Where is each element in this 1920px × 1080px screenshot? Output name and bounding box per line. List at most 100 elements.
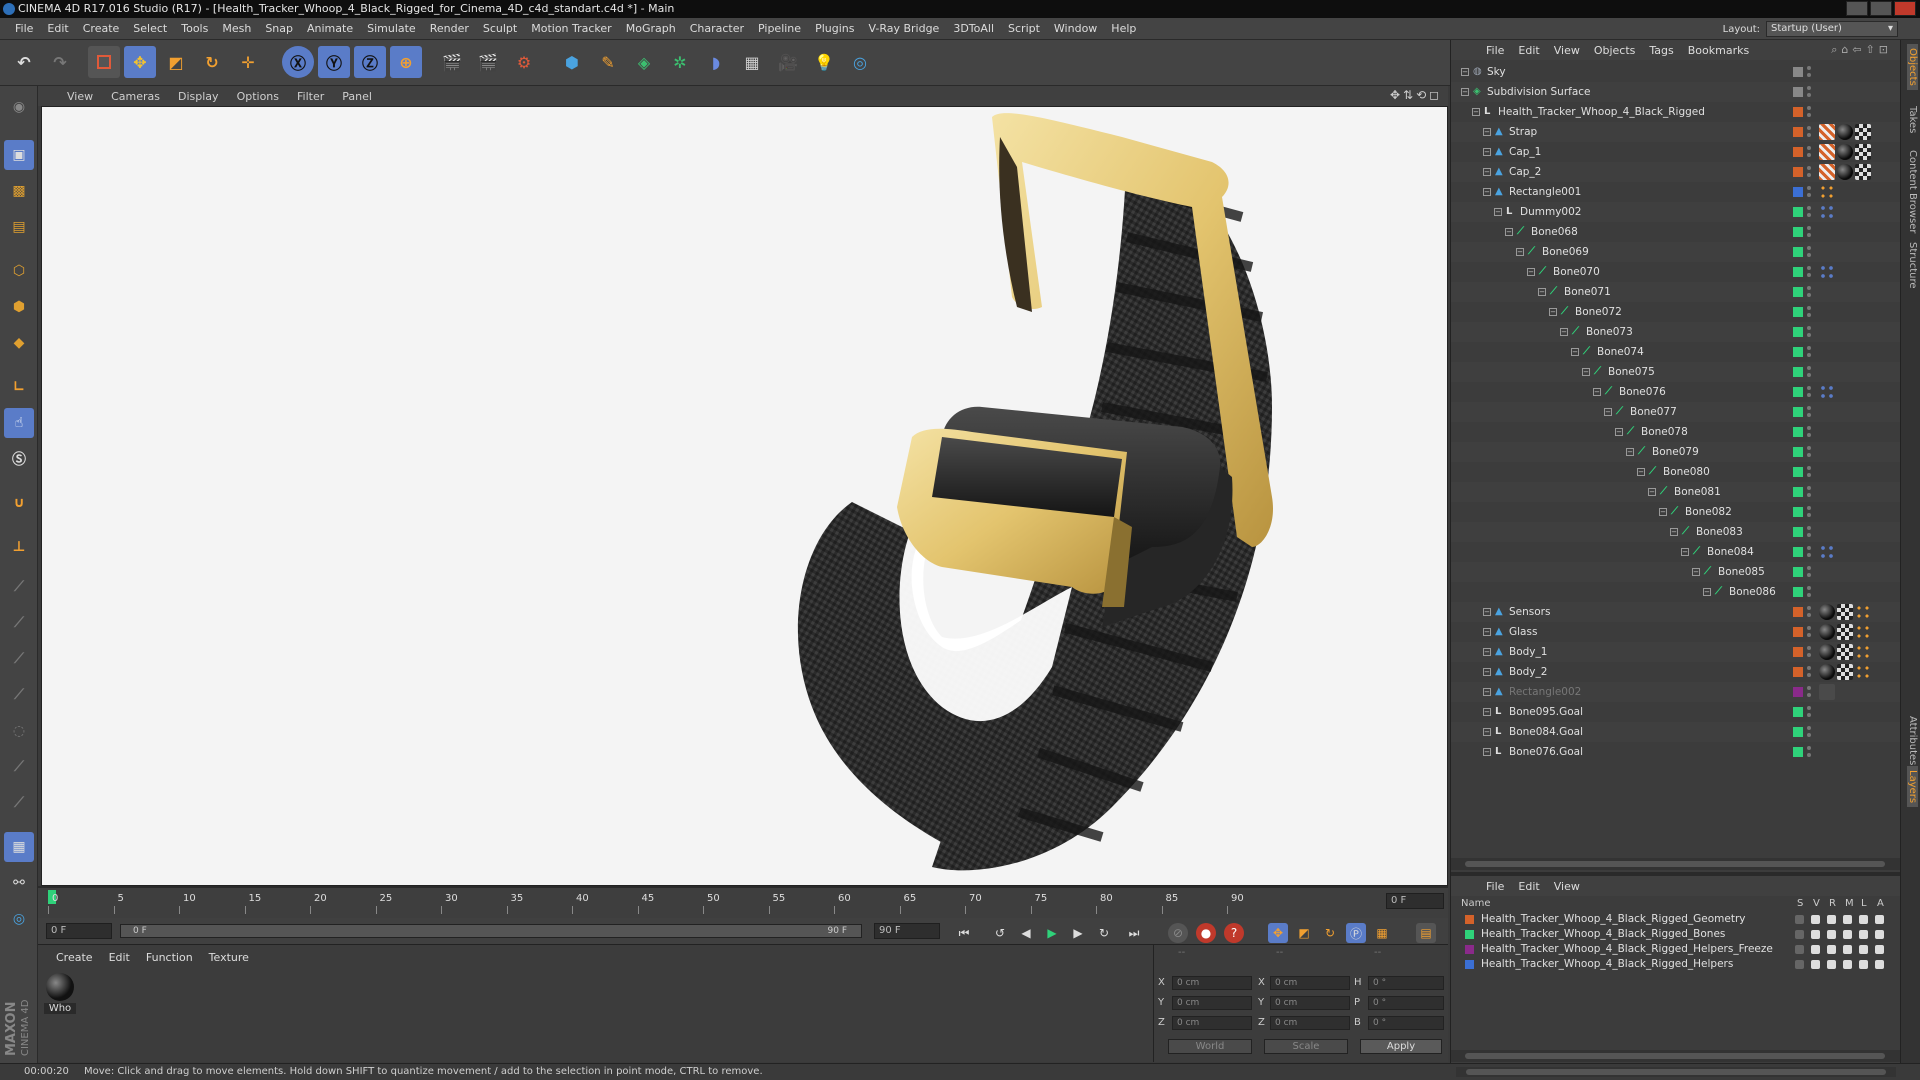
- layout-dropdown[interactable]: Startup (User): [1766, 21, 1898, 37]
- object-menu-view[interactable]: View: [1547, 44, 1587, 57]
- editor-visibility-dot[interactable]: [1807, 406, 1811, 410]
- editor-visibility-dot[interactable]: [1807, 226, 1811, 230]
- viewport-menu-cameras[interactable]: Cameras: [102, 90, 169, 103]
- expand-toggle-icon[interactable]: −: [1483, 668, 1491, 676]
- expand-toggle-icon[interactable]: −: [1483, 188, 1491, 196]
- menu-mesh[interactable]: Mesh: [215, 22, 258, 35]
- editor-visibility-dot[interactable]: [1807, 86, 1811, 90]
- layer-color-swatch[interactable]: [1793, 287, 1803, 297]
- render-visibility-dot[interactable]: [1807, 613, 1811, 617]
- layer-color-swatch[interactable]: [1793, 87, 1803, 97]
- layer-row[interactable]: Health_Tracker_Whoop_4_Black_Rigged_Help…: [1451, 957, 1901, 972]
- sculpt-brush-2-icon[interactable]: ⟋: [4, 608, 34, 638]
- pattern-tag-icon[interactable]: [1819, 144, 1835, 160]
- menu-mograph[interactable]: MoGraph: [619, 22, 683, 35]
- object-row-bone079[interactable]: − ⟋ Bone079: [1451, 442, 1901, 462]
- expand-toggle-icon[interactable]: −: [1670, 528, 1678, 536]
- layer-color-swatch[interactable]: [1793, 567, 1803, 577]
- layer-locked-toggle-icon[interactable]: [1859, 930, 1868, 939]
- sculpt-brush-5-icon[interactable]: ◌: [4, 716, 34, 746]
- expand-toggle-icon[interactable]: −: [1593, 388, 1601, 396]
- rotate-tool-icon[interactable]: ↻: [196, 46, 228, 78]
- layer-view-toggle-icon[interactable]: [1811, 945, 1820, 954]
- menu-pipeline[interactable]: Pipeline: [751, 22, 808, 35]
- expand-toggle-icon[interactable]: −: [1637, 468, 1645, 476]
- workplane-icon[interactable]: ▤: [4, 212, 34, 242]
- expand-toggle-icon[interactable]: −: [1604, 408, 1612, 416]
- layer-solo-toggle-icon[interactable]: [1795, 945, 1804, 954]
- material-menu-edit[interactable]: Edit: [101, 951, 138, 964]
- object-menu-file[interactable]: File: [1479, 44, 1511, 57]
- editor-visibility-dot[interactable]: [1807, 146, 1811, 150]
- editor-visibility-dot[interactable]: [1807, 646, 1811, 650]
- editor-visibility-dot[interactable]: [1807, 386, 1811, 390]
- checker-tag-icon[interactable]: [1837, 664, 1853, 680]
- object-row-bone075[interactable]: − ⟋ Bone075: [1451, 362, 1901, 382]
- make-editable-icon[interactable]: ◉: [4, 92, 34, 122]
- rotation-p-field[interactable]: 0 °: [1368, 996, 1444, 1010]
- expand-toggle-icon[interactable]: −: [1483, 708, 1491, 716]
- editor-visibility-dot[interactable]: [1807, 566, 1811, 570]
- object-row-bone071[interactable]: − ⟋ Bone071: [1451, 282, 1901, 302]
- sculpt-brush-6-icon[interactable]: ⟋: [4, 752, 34, 782]
- layer-view-toggle-icon[interactable]: [1811, 930, 1820, 939]
- layer-color-swatch[interactable]: [1793, 527, 1803, 537]
- layer-color-swatch[interactable]: [1793, 507, 1803, 517]
- key-pla-icon[interactable]: ▦: [1372, 923, 1392, 943]
- x-axis-lock-icon[interactable]: Ⓧ: [282, 46, 314, 78]
- editor-visibility-dot[interactable]: [1807, 366, 1811, 370]
- layer-row[interactable]: Health_Tracker_Whoop_4_Black_Rigged_Bone…: [1451, 927, 1901, 942]
- object-row-bone068[interactable]: − ⟋ Bone068: [1451, 222, 1901, 242]
- checker-tag-icon[interactable]: [1837, 604, 1853, 620]
- expand-toggle-icon[interactable]: −: [1648, 488, 1656, 496]
- render-visibility-dot[interactable]: [1807, 733, 1811, 737]
- expand-toggle-icon[interactable]: −: [1483, 128, 1491, 136]
- editor-visibility-dot[interactable]: [1807, 726, 1811, 730]
- editor-visibility-dot[interactable]: [1807, 346, 1811, 350]
- object-row-bone069[interactable]: − ⟋ Bone069: [1451, 242, 1901, 262]
- expand-toggle-icon[interactable]: −: [1472, 108, 1480, 116]
- render-visibility-dot[interactable]: [1807, 333, 1811, 337]
- layer-color-swatch[interactable]: [1793, 467, 1803, 477]
- layer-locked-toggle-icon[interactable]: [1859, 915, 1868, 924]
- timeline-ruler[interactable]: 0 5 10 15 20 25 30 35 40 45 50 55 60 65 70 75 80 85 90 0 F: [38, 886, 1448, 918]
- select-tool-icon[interactable]: [88, 46, 120, 78]
- autokey-icon[interactable]: ?: [1224, 923, 1244, 943]
- layer-manager-toggle-icon[interactable]: [1843, 945, 1852, 954]
- menu-character[interactable]: Character: [683, 22, 751, 35]
- layer-list-hscrollbar[interactable]: [1451, 1050, 1901, 1062]
- object-row-bone076-goal[interactable]: − L Bone076.Goal: [1451, 742, 1901, 762]
- render-visibility-dot[interactable]: [1807, 93, 1811, 97]
- maximize-button[interactable]: [1870, 1, 1892, 16]
- rotation-h-field[interactable]: 0 °: [1368, 976, 1444, 990]
- menu-edit[interactable]: Edit: [40, 22, 75, 35]
- render-visibility-dot[interactable]: [1807, 653, 1811, 657]
- side-tab-attributes[interactable]: Attributes: [1907, 716, 1918, 765]
- side-tab-takes[interactable]: Takes: [1907, 106, 1918, 133]
- editor-visibility-dot[interactable]: [1807, 626, 1811, 630]
- layer-color-swatch[interactable]: [1793, 167, 1803, 177]
- expand-toggle-icon[interactable]: −: [1549, 308, 1557, 316]
- next-frame-icon[interactable]: ▶: [1068, 923, 1088, 943]
- layer-manager-toggle-icon[interactable]: [1843, 930, 1852, 939]
- key-rotation-icon[interactable]: ↻: [1320, 923, 1340, 943]
- menu-render[interactable]: Render: [423, 22, 476, 35]
- ik-tag-icon[interactable]: [1819, 544, 1835, 560]
- expand-toggle-icon[interactable]: −: [1461, 88, 1469, 96]
- apply-button[interactable]: Apply: [1360, 1039, 1442, 1054]
- object-row-dummy002[interactable]: − L Dummy002: [1451, 202, 1901, 222]
- render-visibility-dot[interactable]: [1807, 753, 1811, 757]
- object-row-bone077[interactable]: − ⟋ Bone077: [1451, 402, 1901, 422]
- scale-tool-icon[interactable]: ◩: [160, 46, 192, 78]
- layer-color-swatch[interactable]: [1793, 307, 1803, 317]
- editor-visibility-dot[interactable]: [1807, 526, 1811, 530]
- layer-animation-toggle-icon[interactable]: [1875, 915, 1884, 924]
- render-visibility-dot[interactable]: [1807, 633, 1811, 637]
- layer-color-swatch[interactable]: [1793, 127, 1803, 137]
- size-z-field[interactable]: 0 cm: [1270, 1016, 1350, 1030]
- render-view-icon[interactable]: 🎬: [436, 46, 468, 78]
- layer-row[interactable]: Health_Tracker_Whoop_4_Black_Rigged_Geom…: [1451, 912, 1901, 927]
- render-visibility-dot[interactable]: [1807, 533, 1811, 537]
- close-button[interactable]: [1894, 1, 1916, 16]
- move-tool-icon[interactable]: ✥: [124, 46, 156, 78]
